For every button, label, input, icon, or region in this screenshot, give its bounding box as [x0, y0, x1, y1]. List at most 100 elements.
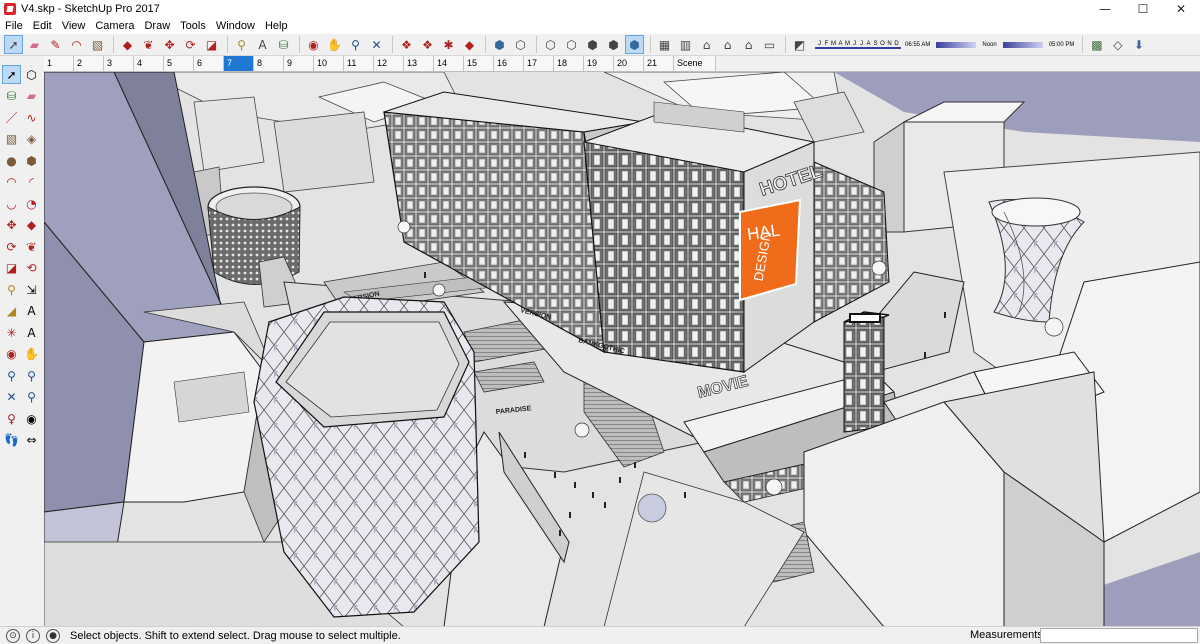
menu-draw[interactable]: Draw: [139, 18, 175, 34]
scene-tab[interactable]: 19: [584, 56, 614, 71]
maximize-button[interactable]: ☐: [1124, 0, 1162, 18]
follow-me-icon[interactable]: ❦: [22, 237, 41, 256]
menu-window[interactable]: Window: [211, 18, 260, 34]
pan-icon[interactable]: ✋: [22, 345, 41, 364]
shadow-settings-widget[interactable]: J F M A M J J A S O N D 06:55 AM Noon 05…: [815, 41, 1078, 49]
pan-icon[interactable]: ✋: [325, 35, 344, 54]
shadow-time-slider-right[interactable]: [1002, 41, 1043, 48]
fog-icon[interactable]: ▩: [1087, 35, 1106, 54]
scene-tab[interactable]: 16: [494, 56, 524, 71]
menu-camera[interactable]: Camera: [90, 18, 139, 34]
previous-view-icon[interactable]: ⚲: [22, 388, 41, 407]
section-plane-icon[interactable]: ⇔: [22, 431, 41, 450]
text-icon[interactable]: A: [253, 35, 272, 54]
scene-tab[interactable]: 4: [134, 56, 164, 71]
scene-tab[interactable]: 13: [404, 56, 434, 71]
arc-icon[interactable]: ◠: [2, 173, 21, 192]
select-tool-icon[interactable]: ➚: [2, 65, 21, 85]
offset-icon[interactable]: ⟲: [22, 259, 41, 278]
top-view-icon[interactable]: ▥: [676, 35, 695, 54]
section-fill-icon[interactable]: ⬡: [511, 35, 530, 54]
scene-tab[interactable]: 7: [224, 56, 254, 71]
geo-location-status-icon[interactable]: ⊙: [6, 628, 20, 643]
scene-tab[interactable]: 1: [44, 56, 74, 71]
scene-tab[interactable]: 3: [104, 56, 134, 71]
hidden-line-style-icon[interactable]: ⬢: [583, 35, 602, 54]
pie-icon[interactable]: ◔: [22, 194, 41, 213]
back-view-icon[interactable]: ⌂: [739, 35, 758, 54]
close-button[interactable]: ✕: [1162, 0, 1200, 18]
axes-icon[interactable]: ✳: [2, 323, 21, 342]
make-component-icon[interactable]: ⬡: [22, 65, 41, 84]
rotate-icon[interactable]: ⟳: [181, 35, 200, 54]
warehouse-icon[interactable]: ❖: [397, 35, 416, 54]
scene-tab[interactable]: 20: [614, 56, 644, 71]
scene-tab[interactable]: Scene 22: [674, 56, 716, 83]
geo-location-icon[interactable]: ⬇: [1129, 35, 1148, 54]
freehand-icon[interactable]: ∿: [22, 108, 41, 127]
user-status-icon[interactable]: ●: [46, 628, 60, 643]
tape-measure-icon[interactable]: ⚲: [2, 280, 21, 299]
arc-icon[interactable]: ◠: [67, 35, 86, 54]
move-icon[interactable]: ✥: [160, 35, 179, 54]
model-viewport[interactable]: HAL DESIGN HOTEL MOVIE VERSION VERSION B…: [44, 71, 1200, 626]
orbit-icon[interactable]: ◉: [2, 345, 21, 364]
zoom-extents-icon[interactable]: ✕: [367, 35, 386, 54]
scene-tab[interactable]: 21: [644, 56, 674, 71]
line-tool-icon[interactable]: ／: [2, 108, 21, 127]
3d-text-icon[interactable]: A: [22, 323, 41, 342]
circle-icon[interactable]: ●: [2, 151, 21, 170]
rectangle-icon[interactable]: ▧: [2, 130, 21, 149]
zoom-icon[interactable]: ⚲: [2, 366, 21, 385]
menu-file[interactable]: File: [0, 18, 28, 34]
scene-tab[interactable]: 14: [434, 56, 464, 71]
zoom-window-icon[interactable]: ⚲: [22, 366, 41, 385]
scene-tab[interactable]: 17: [524, 56, 554, 71]
scene-tab[interactable]: 15: [464, 56, 494, 71]
xray-style-icon[interactable]: ⬡: [541, 35, 560, 54]
scale-icon[interactable]: ◪: [202, 35, 221, 54]
pencil-line-icon[interactable]: ✎: [46, 35, 65, 54]
scene-tab[interactable]: 2: [74, 56, 104, 71]
push-pull-icon[interactable]: ◆: [118, 35, 137, 54]
dimension-icon[interactable]: ⇲: [22, 280, 41, 299]
measurements-input[interactable]: [1040, 628, 1198, 643]
scene-tab[interactable]: 6: [194, 56, 224, 71]
look-around-icon[interactable]: ◉: [22, 409, 41, 428]
shadows-toggle-icon[interactable]: ◩: [790, 35, 809, 54]
walk-icon[interactable]: 👣: [2, 431, 21, 450]
polygon-icon[interactable]: ⬢: [22, 151, 41, 170]
model-scene[interactable]: HAL DESIGN HOTEL MOVIE VERSION VERSION B…: [44, 72, 1200, 626]
scene-tab[interactable]: 8: [254, 56, 284, 71]
match-photo-icon[interactable]: ◇: [1108, 35, 1127, 54]
menu-view[interactable]: View: [57, 18, 91, 34]
shaded-textures-style-icon[interactable]: ⬢: [625, 35, 644, 54]
shadow-month-slider[interactable]: J F M A M J J A S O N D: [815, 41, 901, 49]
left-view-icon[interactable]: ▭: [760, 35, 779, 54]
extension-warehouse-icon[interactable]: ✱: [439, 35, 458, 54]
menu-tools[interactable]: Tools: [175, 18, 211, 34]
scene-tab[interactable]: 10: [314, 56, 344, 71]
protractor-icon[interactable]: ◢: [2, 302, 21, 321]
position-camera-icon[interactable]: ♀: [2, 409, 21, 428]
eraser-icon[interactable]: ▰: [22, 87, 41, 106]
scene-tab[interactable]: 5: [164, 56, 194, 71]
select-tool-icon[interactable]: ➚: [4, 35, 23, 54]
scale-icon[interactable]: ◪: [2, 259, 21, 278]
two-point-arc-icon[interactable]: ◜: [22, 173, 41, 192]
scene-tab[interactable]: 12: [374, 56, 404, 71]
menu-edit[interactable]: Edit: [28, 18, 57, 34]
wireframe-style-icon[interactable]: ⬡: [562, 35, 581, 54]
text-icon[interactable]: A: [22, 302, 41, 321]
credits-status-icon[interactable]: i: [26, 628, 40, 643]
push-pull-icon[interactable]: ◆: [22, 216, 41, 235]
rectangle-icon[interactable]: ▧: [88, 35, 107, 54]
right-view-icon[interactable]: ⌂: [718, 35, 737, 54]
iso-view-icon[interactable]: ▦: [655, 35, 674, 54]
scene-tab[interactable]: 11: [344, 56, 374, 71]
share-model-icon[interactable]: ❖: [418, 35, 437, 54]
section-plane-icon[interactable]: ⬢: [490, 35, 509, 54]
minimize-button[interactable]: —: [1086, 0, 1124, 18]
orbit-icon[interactable]: ◉: [304, 35, 323, 54]
menu-help[interactable]: Help: [260, 18, 293, 34]
